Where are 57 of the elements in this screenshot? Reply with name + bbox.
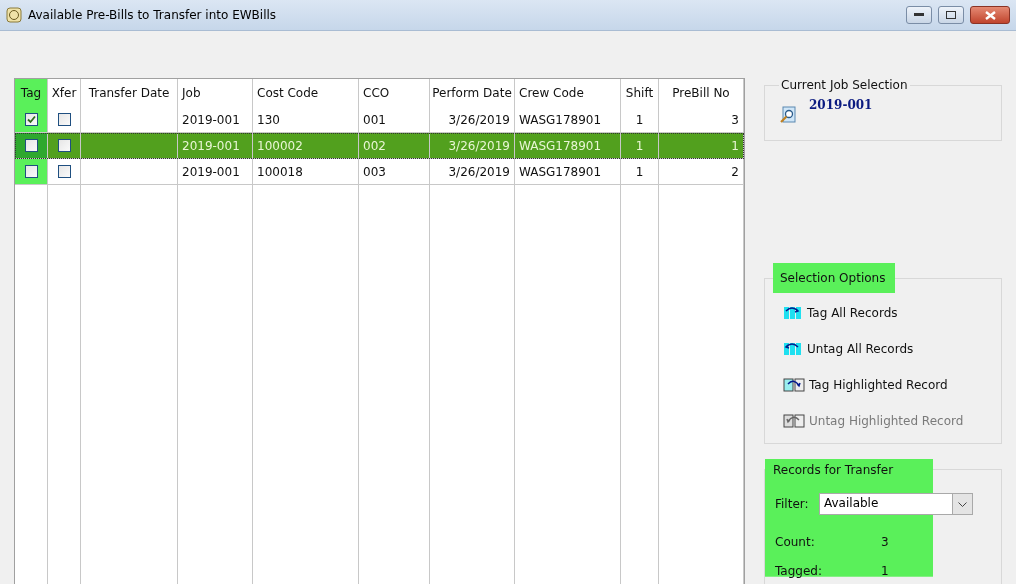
magnifier-document-icon xyxy=(779,106,797,124)
tagged-value: 1 xyxy=(881,564,889,578)
table-cell: 1 xyxy=(659,133,744,159)
app-icon xyxy=(6,7,22,23)
tag-record-icon xyxy=(783,377,805,393)
job-number: 2019-001 xyxy=(809,98,873,112)
table-cell: 3/26/2019 xyxy=(430,133,515,159)
table-cell: 2 xyxy=(659,159,744,185)
group-title: Current Job Selection xyxy=(780,78,909,92)
chevron-down-icon xyxy=(958,501,967,507)
tag-checkbox[interactable] xyxy=(24,139,38,152)
option-button[interactable]: Untag All Records xyxy=(783,339,914,359)
minimize-icon xyxy=(914,13,924,17)
table-cell: WASG178901 xyxy=(515,159,621,185)
column-header[interactable]: CCO xyxy=(359,79,430,107)
table-cell: 003 xyxy=(359,159,430,185)
table-cell: 002 xyxy=(359,133,430,159)
count-label: Count: xyxy=(775,535,816,549)
option-button[interactable]: Tag Highlighted Record xyxy=(783,375,948,395)
group-title: Selection Options xyxy=(773,263,896,293)
close-icon xyxy=(984,10,996,20)
column-header[interactable]: Job xyxy=(178,79,253,107)
table-cell: 2019-001 xyxy=(178,133,253,159)
table-cell: 100002 xyxy=(253,133,359,159)
column-header[interactable]: PreBill No xyxy=(659,79,744,107)
table-cell: 100018 xyxy=(253,159,359,185)
tag-record-icon xyxy=(783,413,805,429)
maximize-icon xyxy=(946,11,956,19)
column-header[interactable]: Cost Code xyxy=(253,79,359,107)
column-header[interactable]: Transfer Date xyxy=(81,79,178,107)
grid-row[interactable]: 2019-001 100018 003 3/26/2019 WASG178901 1 2 xyxy=(15,159,744,185)
column-header[interactable]: Shift xyxy=(621,79,659,107)
tag-records-icon xyxy=(783,341,803,357)
table-cell: WASG178901 xyxy=(515,133,621,159)
tag-records-icon xyxy=(783,305,803,321)
maximize-button[interactable] xyxy=(938,6,964,24)
table-cell: 1 xyxy=(621,133,659,159)
filter-label: Filter: xyxy=(775,497,810,511)
close-button[interactable] xyxy=(970,6,1010,24)
minimize-button[interactable] xyxy=(906,6,932,24)
xfer-checkbox[interactable] xyxy=(57,165,71,178)
filter-dropdown[interactable]: Available xyxy=(819,493,973,515)
xfer-checkbox[interactable] xyxy=(57,113,71,126)
window-title: Available Pre-Bills to Transfer into EWBills xyxy=(28,8,278,22)
count-value: 3 xyxy=(881,535,889,549)
tag-checkbox[interactable] xyxy=(24,113,38,126)
column-header[interactable]: Xfer xyxy=(48,79,81,107)
table-cell: 1 xyxy=(621,159,659,185)
table-cell: 2019-001 xyxy=(178,159,253,185)
column-header[interactable]: Perform Date xyxy=(430,79,515,107)
tag-checkbox[interactable] xyxy=(24,165,38,178)
xfer-checkbox[interactable] xyxy=(57,139,71,152)
table-cell: 3/26/2019 xyxy=(430,159,515,185)
option-button[interactable]: Tag All Records xyxy=(783,303,898,323)
tagged-label: Tagged: xyxy=(775,564,823,578)
column-header[interactable]: Crew Code xyxy=(515,79,621,107)
column-header[interactable]: Tag xyxy=(15,79,48,107)
